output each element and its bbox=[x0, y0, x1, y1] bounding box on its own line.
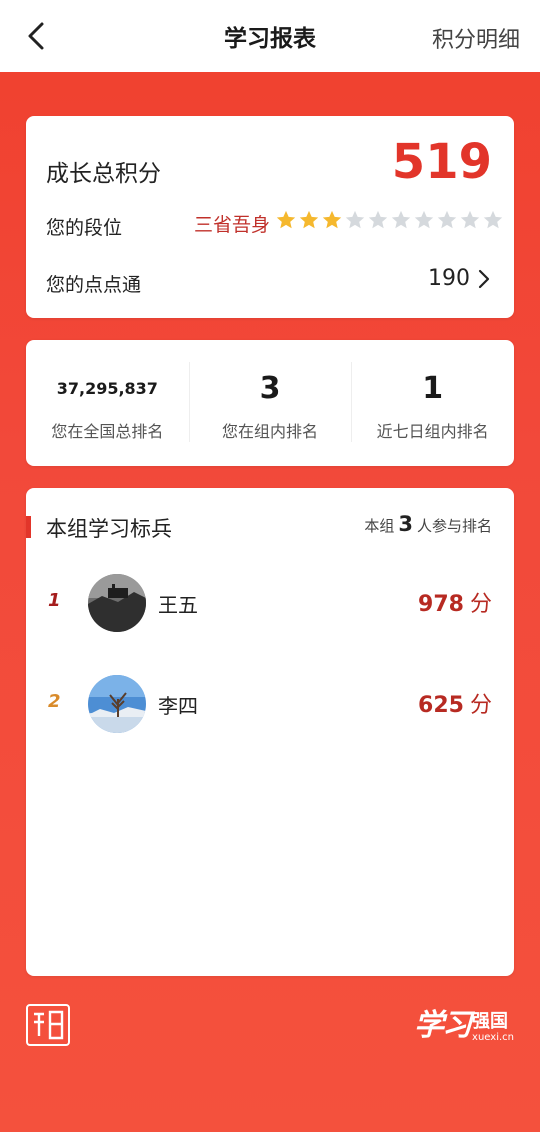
brand-script: 学习 bbox=[414, 1008, 472, 1043]
weekly-group-rank-value: 1 bbox=[422, 370, 444, 406]
national-rank-stat: 37,295,837 您在全国总排名 bbox=[26, 340, 189, 466]
star-empty-icon bbox=[482, 209, 504, 231]
participants-suffix: 人参与排名 bbox=[416, 517, 492, 535]
member-score-unit: 分 bbox=[469, 592, 492, 617]
star-empty-icon bbox=[367, 209, 389, 231]
brand-url: xuexi.cn bbox=[472, 1032, 514, 1043]
group-leaders-card: 本组学习标兵 本组 3 人参与排名 1 王五 978 分 2 李四 625 分 bbox=[26, 488, 514, 976]
star-empty-icon bbox=[390, 209, 412, 231]
weekly-group-rank-stat: 1 近七日组内排名 bbox=[351, 340, 514, 466]
member-score-value: 625 bbox=[418, 693, 464, 718]
avatar[interactable] bbox=[88, 675, 146, 733]
rankings-card: 37,295,837 您在全国总排名 3 您在组内排名 1 近七日组内排名 bbox=[26, 340, 514, 466]
chevron-right-icon bbox=[478, 269, 490, 288]
member-name: 李四 bbox=[158, 694, 198, 718]
star-filled-icon bbox=[275, 209, 297, 231]
total-points-label: 成长总积分 bbox=[46, 161, 161, 187]
brand-name: 强国 bbox=[472, 1011, 509, 1032]
section-accent-bar bbox=[26, 516, 31, 538]
member-score-unit: 分 bbox=[469, 693, 492, 718]
participants-info: 本组 3 人参与排名 bbox=[364, 512, 492, 536]
participants-prefix: 本组 bbox=[364, 517, 395, 535]
group-rank-label: 您在组内排名 bbox=[222, 422, 319, 441]
seal-logo bbox=[26, 1004, 70, 1046]
points-detail-link[interactable]: 积分明细 bbox=[432, 22, 520, 54]
dot-points-label: 您的点点通 bbox=[46, 274, 142, 296]
page-title: 学习报表 bbox=[224, 26, 316, 52]
member-row[interactable]: 1 王五 978 分 bbox=[26, 574, 514, 634]
rank-stars bbox=[275, 209, 504, 231]
member-score: 625 分 bbox=[418, 687, 492, 719]
national-rank-value: 37,295,837 bbox=[56, 378, 158, 398]
weekly-group-rank-label: 近七日组内排名 bbox=[376, 422, 489, 441]
member-rank: 2 bbox=[48, 691, 61, 712]
member-score: 978 分 bbox=[418, 586, 492, 618]
dot-points-value: 190 bbox=[428, 266, 470, 291]
back-button[interactable] bbox=[18, 18, 54, 54]
participants-count: 3 bbox=[398, 512, 413, 536]
member-row[interactable]: 2 李四 625 分 bbox=[26, 675, 514, 735]
national-rank-label: 您在全国总排名 bbox=[51, 422, 164, 441]
chevron-left-icon bbox=[28, 22, 44, 50]
star-empty-icon bbox=[459, 209, 481, 231]
star-empty-icon bbox=[344, 209, 366, 231]
star-empty-icon bbox=[413, 209, 435, 231]
star-filled-icon bbox=[298, 209, 320, 231]
total-points-value: 519 bbox=[391, 134, 492, 190]
section-title: 本组学习标兵 bbox=[46, 517, 172, 541]
group-rank-value: 3 bbox=[259, 370, 281, 406]
top-bar: 学习报表 积分明细 bbox=[0, 0, 540, 72]
group-rank-stat: 3 您在组内排名 bbox=[188, 340, 352, 466]
star-filled-icon bbox=[321, 209, 343, 231]
avatar[interactable] bbox=[88, 574, 146, 632]
rank-title: 三省吾身 bbox=[194, 214, 271, 236]
dot-points-row[interactable]: 190 bbox=[428, 266, 490, 291]
rank-label: 您的段位 bbox=[46, 217, 123, 239]
member-name: 王五 bbox=[158, 593, 198, 617]
star-empty-icon bbox=[436, 209, 458, 231]
member-score-value: 978 bbox=[418, 592, 464, 617]
brand-logo: 学习 强国 xuexi.cn bbox=[414, 1000, 514, 1044]
member-rank: 1 bbox=[48, 590, 61, 611]
points-summary-card: 成长总积分 519 您的段位 三省吾身 您的点点通 190 bbox=[26, 116, 514, 318]
